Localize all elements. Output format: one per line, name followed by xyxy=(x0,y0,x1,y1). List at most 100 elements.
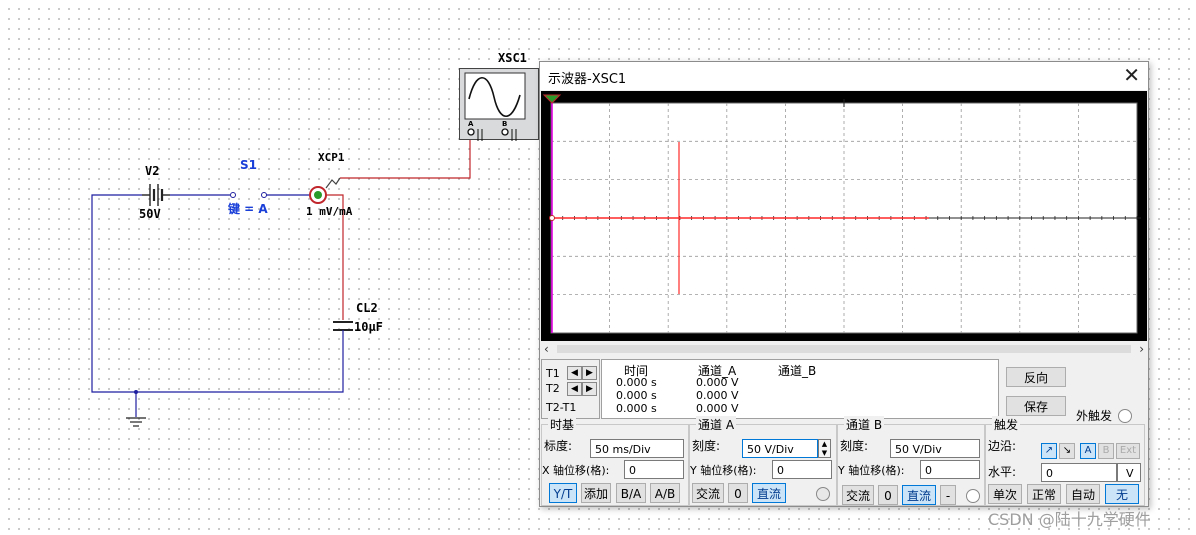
ground-symbol xyxy=(126,417,146,427)
v2-value-label: 50V xyxy=(139,207,161,221)
cursor-t2t1-label: T2-T1 xyxy=(546,401,577,414)
channel-a-dc-button[interactable]: 直流 xyxy=(752,483,786,503)
trigger-level-unit[interactable]: V xyxy=(1117,463,1141,482)
channel-a-ypos-input[interactable]: 0 xyxy=(772,460,832,479)
channel-a-ac-button[interactable]: 交流 xyxy=(692,483,724,503)
xsc1-port-a-label: A xyxy=(468,120,474,128)
channel-a-scale-input[interactable]: 50 V/Div xyxy=(742,439,818,458)
falling-edge-icon[interactable]: ↘ xyxy=(1059,443,1075,459)
channel-b-group: 通道 B 刻度: 50 V/Div Y 轴位移(格): 0 交流 0 直流 - xyxy=(837,416,985,506)
xcp1-ratio-label: 1 mV/mA xyxy=(306,205,353,218)
channel-a-group: 通道 A 刻度: 50 V/Div ▲ ▼ Y 轴位移(格): 0 交流 0 直流 xyxy=(689,416,837,506)
trigger-title: 触发 xyxy=(992,416,1021,433)
channel-b-radio[interactable] xyxy=(966,489,980,503)
junction-dot xyxy=(134,390,138,394)
readout-dt-time: 0.000 s xyxy=(616,402,657,415)
close-icon[interactable]: ✕ xyxy=(1123,64,1140,86)
xsc1-port-b-label: B xyxy=(502,120,508,128)
trigger-none-button[interactable]: 无 xyxy=(1105,484,1139,504)
channel-b-title: 通道 B xyxy=(844,416,885,433)
cl2-name-label: CL2 xyxy=(356,301,378,315)
trigger-source-b-button[interactable]: B xyxy=(1098,443,1114,459)
scroll-track[interactable] xyxy=(557,345,1131,353)
oscilloscope-xsc1-icon[interactable]: A B xyxy=(459,68,539,141)
switch-s1-symbol[interactable] xyxy=(230,192,267,198)
readout-t2-a: 0.000 V xyxy=(696,389,739,402)
capacitor-cl2-symbol[interactable] xyxy=(333,321,353,331)
channel-b-ac-button[interactable]: 交流 xyxy=(842,485,874,505)
oscilloscope-screen[interactable] xyxy=(541,91,1147,341)
readout-header-channel-b: 通道_B xyxy=(778,364,817,378)
channel-b-zero-button[interactable]: 0 xyxy=(878,485,898,505)
window-titlebar[interactable]: 示波器-XSC1 ✕ xyxy=(540,62,1148,90)
s1-key-label: 键 = A xyxy=(228,202,268,216)
mode-yt-button[interactable]: Y/T xyxy=(549,483,577,503)
t1-right-arrow-icon[interactable]: ▶ xyxy=(582,366,597,380)
channel-b-invert-button[interactable]: - xyxy=(940,485,956,505)
channel-a-scale-spinner-icon[interactable]: ▲ ▼ xyxy=(818,439,831,458)
channel-a-zero-button[interactable]: 0 xyxy=(728,483,748,503)
xsc1-name-label: XSC1 xyxy=(498,51,527,65)
trigger-edge-label: 边沿: xyxy=(988,439,1017,453)
cursor-t1-label: T1 xyxy=(546,367,560,380)
channel-b-scale-input[interactable]: 50 V/Div xyxy=(890,439,980,458)
mode-add-button[interactable]: 添加 xyxy=(581,483,611,503)
mode-ab-button[interactable]: A/B xyxy=(650,483,680,503)
probe-wires xyxy=(326,138,471,320)
channel-b-ypos-input[interactable]: 0 xyxy=(920,460,980,479)
timebase-title: 时基 xyxy=(548,416,577,433)
save-button[interactable]: 保存 xyxy=(1006,396,1066,416)
oscilloscope-window: 示波器-XSC1 ✕ ‹ › T1 T2 T2-T1 ◀ ▶ ◀ ▶ 时间 通道… xyxy=(539,61,1149,507)
cursor-readout-table: 时间 通道_A 通道_B 0.000 s 0.000 V 0.000 s 0.0… xyxy=(601,359,999,419)
readout-t2-time: 0.000 s xyxy=(616,389,657,402)
channel-b-ypos-label: Y 轴位移(格): xyxy=(838,464,905,477)
channel-b-scale-label: 刻度: xyxy=(840,439,869,453)
ext-trigger-label: 外触发 xyxy=(1076,409,1113,423)
schematic-canvas xyxy=(91,138,471,427)
timebase-scale-input[interactable]: 50 ms/Div xyxy=(590,439,684,458)
cl2-value-label: 10µF xyxy=(354,320,383,334)
channel-a-radio[interactable] xyxy=(816,487,830,501)
readout-t1-a: 0.000 V xyxy=(696,376,739,389)
t2-right-arrow-icon[interactable]: ▶ xyxy=(582,382,597,396)
channel-a-scale-label: 刻度: xyxy=(692,439,721,453)
trigger-normal-button[interactable]: 正常 xyxy=(1027,484,1061,504)
mode-ba-button[interactable]: B/A xyxy=(616,483,646,503)
trigger-source-a-button[interactable]: A xyxy=(1080,443,1096,459)
t2-left-arrow-icon[interactable]: ◀ xyxy=(567,382,582,396)
v2-name-label: V2 xyxy=(145,164,160,178)
timebase-xpos-input[interactable]: 0 xyxy=(624,460,684,479)
channel-a-marker xyxy=(549,215,555,221)
scroll-right-icon[interactable]: › xyxy=(1139,342,1144,356)
reverse-button[interactable]: 反向 xyxy=(1006,367,1066,387)
cursor-t2-label: T2 xyxy=(546,382,560,395)
channel-b-dc-button[interactable]: 直流 xyxy=(902,485,936,505)
battery-v2-symbol[interactable] xyxy=(142,184,170,206)
t1-left-arrow-icon[interactable]: ◀ xyxy=(567,366,582,380)
readout-dt-a: 0.000 V xyxy=(696,402,739,415)
trigger-auto-button[interactable]: 自动 xyxy=(1066,484,1100,504)
channel-a-title: 通道 A xyxy=(696,416,737,433)
current-probe-xcp1-symbol[interactable] xyxy=(309,177,341,204)
ext-trigger-radio[interactable] xyxy=(1118,409,1132,423)
trigger-level-label: 水平: xyxy=(988,465,1017,479)
scroll-left-icon[interactable]: ‹ xyxy=(544,342,549,356)
xcp1-name-label: XCP1 xyxy=(318,151,345,164)
cursor-controls: T1 T2 T2-T1 ◀ ▶ ◀ ▶ xyxy=(541,359,600,419)
channel-a-ypos-label: Y 轴位移(格): xyxy=(690,464,757,477)
trigger-single-button[interactable]: 单次 xyxy=(988,484,1022,504)
rising-edge-icon[interactable]: ↗ xyxy=(1041,443,1057,459)
readout-t1-time: 0.000 s xyxy=(616,376,657,389)
s1-name-label: S1 xyxy=(240,158,257,172)
trigger-source-ext-button[interactable]: Ext xyxy=(1116,443,1140,459)
trigger-group: 触发 边沿: ↗ ↘ A B Ext 水平: 0 V 单次 正常 自动 无 xyxy=(985,416,1145,506)
watermark: CSDN @陆十九学硬件 xyxy=(988,510,1151,529)
timebase-scale-label: 标度: xyxy=(544,439,573,453)
horizontal-scrollbar[interactable]: ‹ › xyxy=(541,342,1147,357)
window-title: 示波器-XSC1 xyxy=(548,72,627,87)
trigger-level-input[interactable]: 0 xyxy=(1041,463,1117,482)
ground-wires xyxy=(91,194,344,417)
timebase-xpos-label: X 轴位移(格): xyxy=(542,464,610,477)
cursor-t1-handle[interactable] xyxy=(542,94,562,104)
timebase-group: 时基 标度: 50 ms/Div X 轴位移(格): 0 Y/T 添加 B/A … xyxy=(541,416,689,506)
